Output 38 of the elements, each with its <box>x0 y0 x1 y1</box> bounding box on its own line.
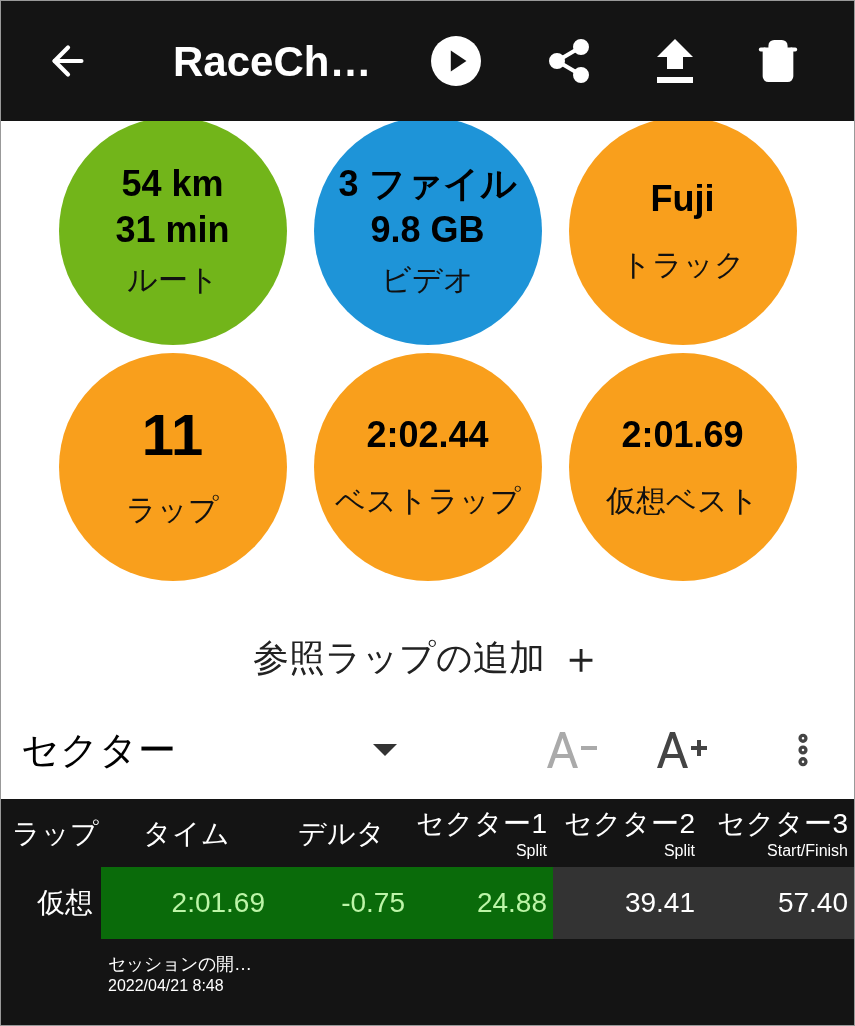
column-header: ラップ <box>11 816 99 851</box>
table-cell: 39.41 <box>553 867 701 939</box>
view-selector[interactable]: セクター <box>21 721 361 779</box>
play-icon[interactable] <box>431 36 481 86</box>
session-date: 2022/04/21 8:48 <box>108 975 225 996</box>
table-cell: 57.40 <box>701 867 854 939</box>
stat-label: 仮想ベスト <box>606 482 759 519</box>
column-header: セクター3 <box>717 806 848 841</box>
table-cell: 24.88 <box>411 867 553 939</box>
stat-label: トラック <box>620 246 745 283</box>
column-header: セクター2 <box>564 806 695 841</box>
lap-label: 仮想 <box>36 886 94 920</box>
column-subheader: Start/Finish <box>767 840 848 861</box>
add-reference-lap-button[interactable]: 参照ラップの追加 ＋ <box>252 631 603 685</box>
stat-label: ルート <box>126 261 219 298</box>
stat-value: 31 min <box>115 207 230 252</box>
column-header: デルタ <box>297 816 385 851</box>
stat-value: 2:02.44 <box>366 412 489 457</box>
column-subheader: Split <box>663 840 695 861</box>
dropdown-caret-icon[interactable] <box>373 744 397 756</box>
column-subheader: Split <box>515 840 547 861</box>
app-title: RaceCh… <box>173 36 373 87</box>
upload-icon[interactable] <box>657 39 693 83</box>
table-cell: 2:01.69 <box>101 867 271 939</box>
stat-value: 2:01.69 <box>621 412 744 457</box>
stat-label: ベストラップ <box>334 482 521 519</box>
stat-value: Fuji <box>650 176 715 221</box>
stat-label: ラップ <box>126 491 219 528</box>
column-header: タイム <box>142 816 230 851</box>
stat-label: ビデオ <box>381 261 474 298</box>
stat-value: 9.8 GB <box>370 207 485 252</box>
table-cell: -0.75 <box>271 867 411 939</box>
stat-value: 11 <box>141 402 204 467</box>
column-header: セクター1 <box>416 806 547 841</box>
increase-font-icon[interactable] <box>657 732 709 768</box>
stat-value: 54 km <box>121 161 224 206</box>
stat-value: 3 ファイル <box>338 161 517 206</box>
session-title: セッションの開… <box>108 953 253 976</box>
